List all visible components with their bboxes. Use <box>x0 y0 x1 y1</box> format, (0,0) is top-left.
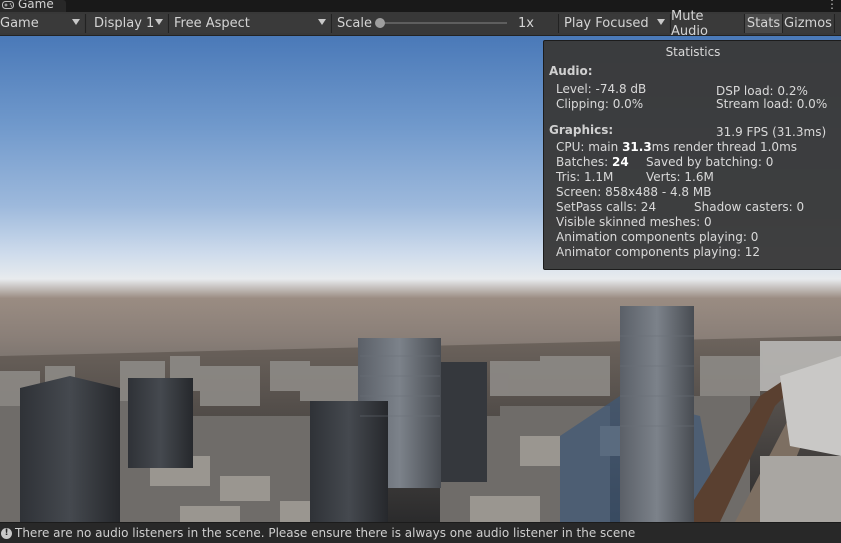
audio-header: Audio: <box>549 64 593 78</box>
chevron-down-icon <box>318 19 326 25</box>
tab-game[interactable]: Game <box>0 0 66 12</box>
batches-prefix: Batches: <box>556 155 612 169</box>
divider <box>85 14 86 33</box>
fps-value: 31.9 FPS (31.3ms) <box>716 125 827 139</box>
screen: Screen: 858x488 - 4.8 MB <box>556 185 712 199</box>
tris: Tris: 1.1M <box>556 170 614 184</box>
shadow-casters: Shadow casters: 0 <box>694 200 805 214</box>
mute-audio-button[interactable]: Mute Audio <box>671 9 743 39</box>
aspect-label: Free Aspect <box>174 16 250 31</box>
more-options-icon[interactable]: ⋮ <box>826 0 838 11</box>
scale-value: 1x <box>518 16 534 31</box>
play-mode-dropdown[interactable]: Play Focused <box>559 14 669 33</box>
status-bar[interactable]: ! There are no audio listeners in the sc… <box>0 522 841 543</box>
game-toolbar: Game Display 1 Free Aspect Scale 1x Play… <box>0 9 841 39</box>
status-message: There are no audio listeners in the scen… <box>15 526 636 540</box>
stream-load: Stream load: 0.0% <box>716 97 828 111</box>
display-mode-dropdown[interactable]: Game <box>0 14 84 33</box>
cpu-suffix: ms render thread 1.0ms <box>651 140 798 154</box>
statistics-panel: Statistics Audio: Level: -74.8 dB DSP lo… <box>543 40 841 270</box>
gizmos-dropdown[interactable] <box>835 14 841 33</box>
tab-label: Game <box>18 0 54 11</box>
cpu-main: 31.3 <box>622 140 652 154</box>
setpass-calls: SetPass calls: 24 <box>556 200 657 214</box>
batches-line: Batches: 24 <box>556 155 629 169</box>
gizmos-button[interactable]: Gizmos <box>783 14 833 33</box>
cpu-prefix: CPU: main <box>556 140 623 154</box>
audio-level: Level: -74.8 dB <box>556 82 647 96</box>
stats-button[interactable]: Stats <box>745 14 782 33</box>
scale-slider-thumb[interactable] <box>375 18 385 28</box>
graphics-header: Graphics: <box>549 123 614 137</box>
scale-slider-track[interactable] <box>381 22 507 24</box>
saved-by-batching: Saved by batching: 0 <box>646 155 774 169</box>
animator-components: Animator components playing: 12 <box>556 245 761 259</box>
dsp-load: DSP load: 0.2% <box>716 84 808 98</box>
display-dropdown[interactable]: Display 1 <box>87 14 167 33</box>
info-icon: ! <box>1 527 12 539</box>
chevron-down-icon <box>657 19 665 25</box>
chevron-down-icon <box>72 19 80 25</box>
batches-value: 24 <box>612 155 629 169</box>
statistics-title: Statistics <box>665 45 721 59</box>
gamepad-icon <box>2 1 14 11</box>
chevron-down-icon <box>155 19 163 25</box>
cpu-line: CPU: main 31.3ms render thread 1.0ms <box>556 140 797 154</box>
scale-label: Scale <box>337 16 372 31</box>
aspect-dropdown[interactable]: Free Aspect <box>169 14 330 33</box>
animation-components: Animation components playing: 0 <box>556 230 759 244</box>
play-mode-label: Play Focused <box>564 16 649 31</box>
display-label: Display 1 <box>94 16 155 31</box>
audio-clipping: Clipping: 0.0% <box>556 97 644 111</box>
divider <box>331 14 332 33</box>
display-mode-label: Game <box>0 16 39 31</box>
verts: Verts: 1.6M <box>646 170 714 184</box>
visible-skinned-meshes: Visible skinned meshes: 0 <box>556 215 712 229</box>
